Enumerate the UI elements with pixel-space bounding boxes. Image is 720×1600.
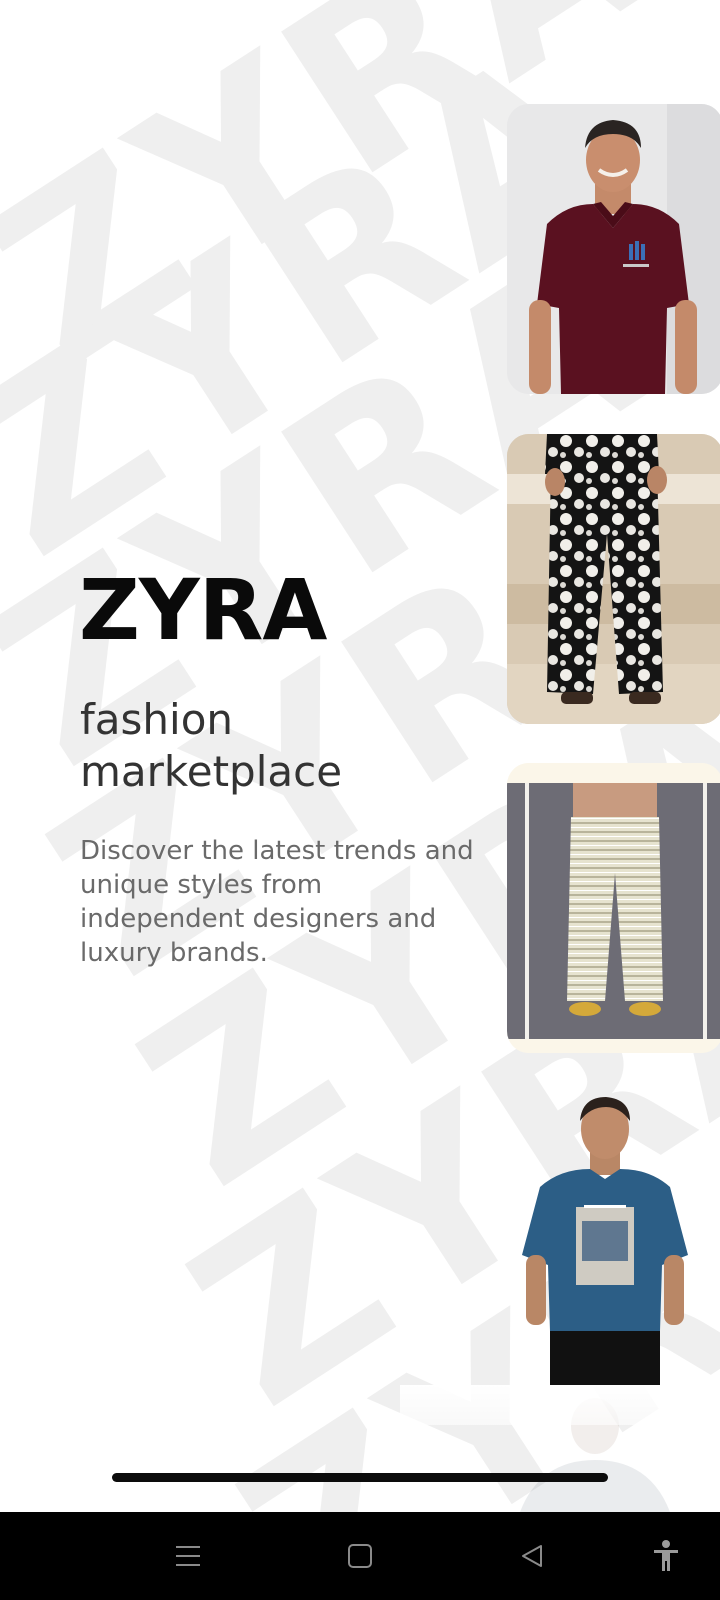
product-image-blue-tshirt (520, 1095, 720, 1385)
menu-icon[interactable] (166, 1534, 210, 1578)
home-square-icon[interactable] (338, 1534, 382, 1578)
tagline: fashion marketplace (80, 695, 343, 796)
back-triangle-icon[interactable] (510, 1534, 554, 1578)
description: Discover the latest trends and unique st… (80, 836, 474, 968)
home-gesture-indicator[interactable] (112, 1473, 608, 1482)
accessibility-icon[interactable] (644, 1534, 688, 1578)
brand-title: ZYRA (79, 561, 327, 659)
product-image-maroon-polo (507, 104, 720, 394)
splash-screen: ZYRA ZYRA ZYRA ZYRA ZYRA ZYRA ZYRA ZYRA … (0, 0, 720, 1512)
product-image-floral-pants (507, 434, 720, 724)
product-image-striped-pants (507, 763, 720, 1053)
system-navigation-bar (0, 1512, 720, 1600)
scroll-fade-overlay (400, 1385, 720, 1425)
